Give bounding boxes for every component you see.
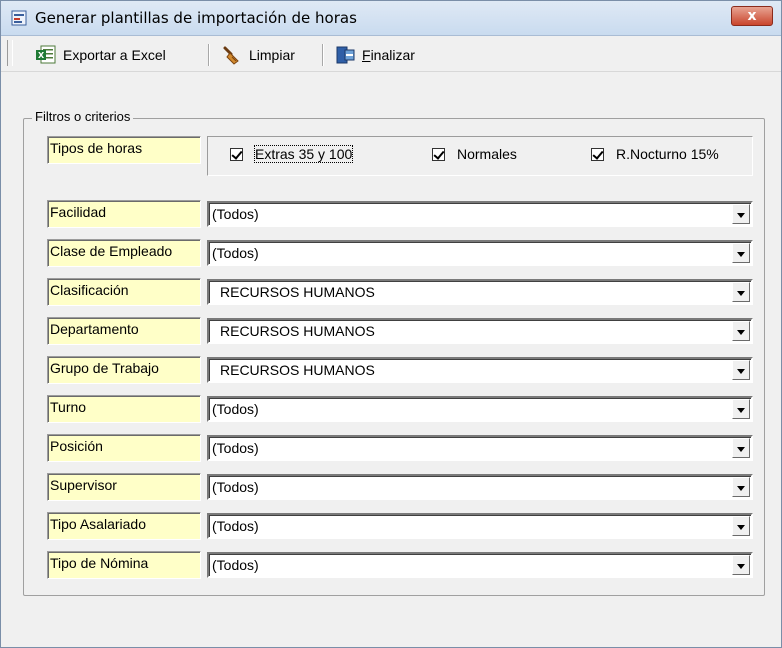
excel-icon: X <box>36 45 56 64</box>
form-app-icon <box>11 10 27 26</box>
toolbar-grip[interactable] <box>7 40 13 66</box>
departamento-select[interactable]: RECURSOS HUMANOS <box>207 318 753 344</box>
filter-label-facilidad: Facilidad <box>47 200 201 228</box>
supervisor-select-value: (Todos) <box>212 479 259 495</box>
checkbox-extras-box[interactable] <box>230 147 243 161</box>
finish-label-rest: inalizar <box>370 47 415 63</box>
dropdown-arrow-icon[interactable] <box>732 360 750 380</box>
toolbar-separator <box>208 44 210 66</box>
export-excel-button[interactable]: X Exportar a Excel <box>35 44 166 66</box>
dropdown-arrow-icon[interactable] <box>732 321 750 341</box>
clasificacion-select[interactable]: RECURSOS HUMANOS <box>207 279 753 305</box>
dropdown-arrow-icon[interactable] <box>732 399 750 419</box>
filter-label-clase-empleado: Clase de Empleado <box>47 239 201 267</box>
posicion-select[interactable]: (Todos) <box>207 435 753 461</box>
departamento-select-value: RECURSOS HUMANOS <box>220 323 375 339</box>
clase-empleado-select[interactable]: (Todos) <box>207 240 753 266</box>
tipo-asalariado-select[interactable]: (Todos) <box>207 513 753 539</box>
finish-mnemonic: F <box>362 47 371 63</box>
checkbox-normales-label: Normales <box>457 146 517 162</box>
window-title: Generar plantillas de importación de hor… <box>35 9 357 27</box>
filter-label-posicion: Posición <box>47 434 201 462</box>
finish-label: Finalizar <box>362 47 415 63</box>
checkbox-extras-label: Extras 35 y 100 <box>253 145 354 163</box>
filter-label-turno: Turno <box>47 395 201 423</box>
filters-legend: Filtros o criterios <box>32 109 134 124</box>
filter-label-tipo-asalariado: Tipo Asalariado <box>47 512 201 540</box>
export-excel-label: Exportar a Excel <box>63 47 166 63</box>
supervisor-select[interactable]: (Todos) <box>207 474 753 500</box>
toolbar: X Exportar a Excel Limpiar Finalizar <box>1 36 781 72</box>
posicion-select-value: (Todos) <box>212 440 259 456</box>
turno-select[interactable]: (Todos) <box>207 396 753 422</box>
hours-type-label: Tipos de horas <box>47 136 201 164</box>
dropdown-arrow-icon[interactable] <box>732 204 750 224</box>
filter-label-clasificacion: Clasificación <box>47 278 201 306</box>
dropdown-arrow-icon[interactable] <box>732 438 750 458</box>
grupo-trabajo-select[interactable]: RECURSOS HUMANOS <box>207 357 753 383</box>
checkbox-nocturno[interactable]: R.Nocturno 15% <box>591 146 719 162</box>
checkbox-nocturno-box[interactable] <box>591 147 604 161</box>
checkbox-nocturno-label: R.Nocturno 15% <box>616 146 719 162</box>
dropdown-arrow-icon[interactable] <box>732 477 750 497</box>
checkbox-normales-box[interactable] <box>432 147 445 161</box>
generate-templates-window: Generar plantillas de importación de hor… <box>0 0 782 648</box>
facilidad-select[interactable]: (Todos) <box>207 201 753 227</box>
dropdown-arrow-icon[interactable] <box>732 516 750 536</box>
tipo-asalariado-select-value: (Todos) <box>212 518 259 534</box>
filter-label-grupo-trabajo: Grupo de Trabajo <box>47 356 201 384</box>
clear-button[interactable]: Limpiar <box>221 44 295 66</box>
facilidad-select-value: (Todos) <box>212 206 259 222</box>
clase-empleado-select-value: (Todos) <box>212 245 259 261</box>
dropdown-arrow-icon[interactable] <box>732 243 750 263</box>
filter-label-supervisor: Supervisor <box>47 473 201 501</box>
dropdown-arrow-icon[interactable] <box>732 555 750 575</box>
broom-icon <box>223 46 239 65</box>
checkbox-extras[interactable]: Extras 35 y 100 <box>230 145 354 163</box>
toolbar-separator <box>322 44 324 66</box>
filter-label-departamento: Departamento <box>47 317 201 345</box>
clear-label: Limpiar <box>249 47 295 63</box>
svg-text:X: X <box>38 51 45 60</box>
filter-label-tipo-nomina: Tipo de Nómina <box>47 551 201 579</box>
close-button[interactable]: x <box>731 6 773 26</box>
finish-button[interactable]: Finalizar <box>334 44 415 66</box>
checkbox-normales[interactable]: Normales <box>432 146 517 162</box>
turno-select-value: (Todos) <box>212 401 259 417</box>
tipo-nomina-select-value: (Todos) <box>212 557 259 573</box>
dropdown-arrow-icon[interactable] <box>732 282 750 302</box>
exit-door-icon <box>336 46 355 64</box>
grupo-trabajo-select-value: RECURSOS HUMANOS <box>220 362 375 378</box>
clasificacion-select-value: RECURSOS HUMANOS <box>220 284 375 300</box>
title-bar[interactable]: Generar plantillas de importación de hor… <box>1 1 781 36</box>
tipo-nomina-select[interactable]: (Todos) <box>207 552 753 578</box>
